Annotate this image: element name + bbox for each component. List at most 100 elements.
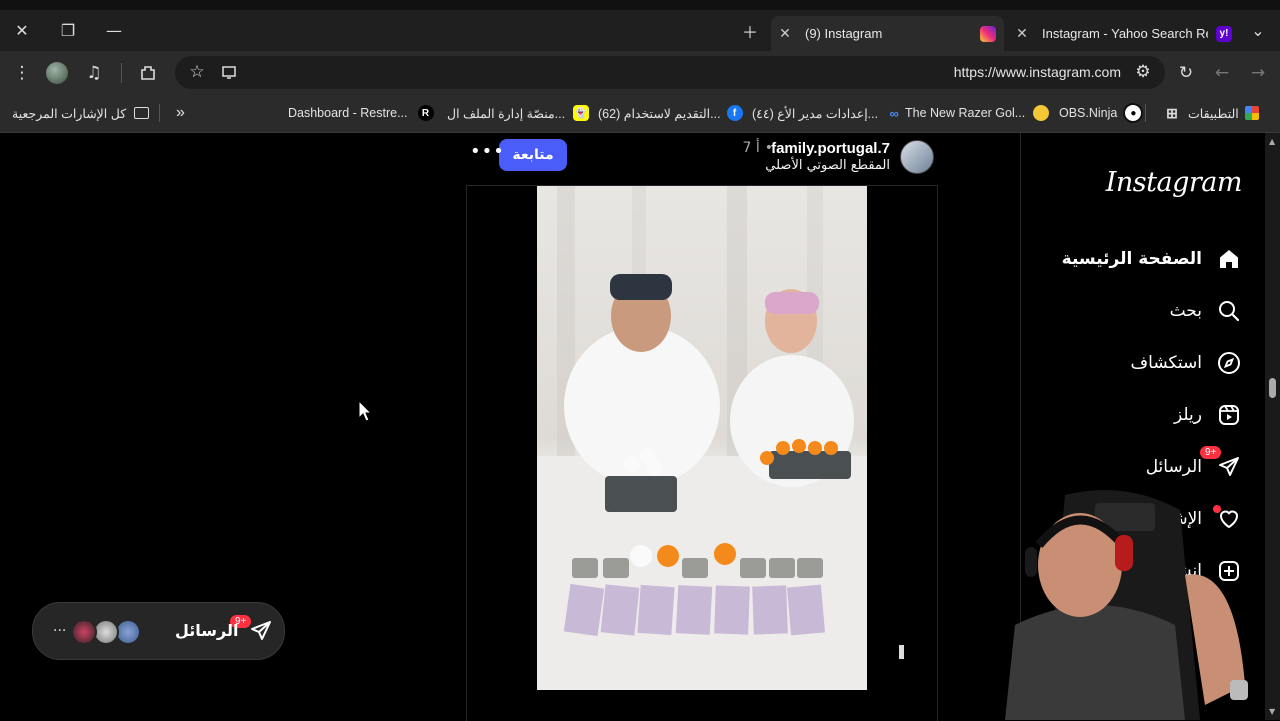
nav-home[interactable]: الصفحة الرئيسية: [1062, 239, 1242, 279]
tab-instagram[interactable]: ✕ (9) Instagram: [771, 16, 1004, 51]
apps-grid-icon: [1244, 106, 1259, 120]
time-separator: •: [764, 140, 773, 156]
person-shirt: [1005, 605, 1185, 720]
more-avatars-icon: ...: [53, 619, 67, 635]
bookmark-restream[interactable]: Dashboard - Restre... R: [288, 94, 434, 132]
mouse-pointer-icon: [358, 400, 372, 422]
page-scrollbar[interactable]: ▲ ▼: [1265, 133, 1280, 720]
instagram-favicon-icon: [980, 25, 996, 42]
wristwatch: [1230, 680, 1248, 700]
bookmark-label: OBS.Ninja: [1059, 106, 1118, 120]
bookmark-apps[interactable]: ⊞ التطبيقات: [1164, 94, 1259, 132]
avatar[interactable]: [900, 140, 934, 174]
nav-reels[interactable]: ريلز: [1174, 395, 1242, 435]
restore-window-button[interactable]: ❐: [46, 10, 90, 51]
yahoo-favicon-icon: y!: [1216, 25, 1232, 42]
bookmark-label: (62) التقديم لاستخدام...: [598, 106, 721, 121]
new-tab-button[interactable]: ＋: [728, 10, 772, 51]
close-window-button[interactable]: ✕: [0, 10, 44, 51]
girl-mask: [765, 292, 819, 314]
menu-icon[interactable]: ⋮: [6, 57, 38, 89]
restream-icon: R: [417, 105, 434, 121]
post-time-value: 7 أ: [742, 140, 760, 156]
more-bookmarks-chevron-icon[interactable]: »: [176, 94, 185, 132]
back-arrow-icon[interactable]: ←: [1206, 57, 1238, 89]
banknotes-row: [563, 583, 826, 637]
messages-icon: [249, 619, 273, 647]
scroll-up-icon[interactable]: ▲: [1269, 137, 1275, 146]
toolbar-divider: [121, 63, 122, 83]
video-frame-image: [537, 186, 867, 690]
facebook-icon: f: [726, 105, 743, 121]
messages-floating-pill[interactable]: 9+ الرسائل ...: [32, 602, 285, 660]
browser-toolbar: ⋮ ♫ ☆ https://www.instagram.com ⚙ ↻ ← →: [0, 51, 1280, 94]
explore-icon: [1216, 350, 1242, 376]
search-icon: [1216, 298, 1242, 324]
bookmark-label: (٤٤) إعدادات مدير الأع...: [752, 106, 879, 121]
minimize-window-button[interactable]: —: [92, 10, 136, 51]
nav-messages[interactable]: 9+ الرسائل: [1145, 446, 1242, 487]
text-cursor-icon: [899, 645, 904, 659]
bookmark-label: منصّة إدارة الملف ال...: [447, 106, 566, 121]
install-app-icon[interactable]: [213, 56, 245, 88]
webcam-overlay-image: [1005, 490, 1248, 720]
bookmark-all-bookmarks[interactable]: كل الإشارات المرجعية: [12, 94, 150, 132]
close-tab-icon[interactable]: ✕: [771, 25, 799, 42]
tab-title: Instagram - Yahoo Search Resul: [1042, 26, 1208, 41]
nav-label: بحث: [1169, 301, 1202, 321]
nav-label: الصفحة الرئيسية: [1061, 249, 1202, 269]
bookmark-star-icon[interactable]: ☆: [181, 56, 213, 88]
profile-avatar[interactable]: [46, 62, 68, 84]
bookmarks-bar: كل الإشارات المرجعية » Dashboard - Restr…: [0, 94, 1280, 133]
reload-icon[interactable]: ↻: [1170, 57, 1202, 89]
bookmark-label: Dashboard - Restre...: [288, 106, 408, 120]
tab-search-button[interactable]: ⌄: [1238, 10, 1278, 51]
bookmark-snapchat[interactable]: منصّة إدارة الملف ال... 👻: [447, 94, 590, 132]
post-audio-label[interactable]: المقطع الصوتي الأصلي: [765, 158, 890, 173]
bookmark-razer[interactable]: The New Razer Gol...: [905, 94, 1050, 132]
url-text: https://www.instagram.com: [953, 64, 1121, 80]
tab-yahoo-search[interactable]: ✕ Instagram - Yahoo Search Resul y!: [1008, 16, 1240, 51]
tab-bar: ✕ ❐ — ＋ ✕ (9) Instagram ✕ Instagram - Ya…: [0, 10, 1280, 51]
nav-label: الرسائل: [1145, 457, 1202, 477]
site-settings-icon[interactable]: ⚙: [1127, 56, 1159, 88]
obs-icon: ●: [1123, 103, 1144, 123]
bookmark-label: The New Razer Gol...: [905, 106, 1026, 120]
bookmark-facebook[interactable]: (62) التقديم لاستخدام... f: [598, 94, 743, 132]
grid-icon: ⊞: [1166, 104, 1178, 121]
extensions-icon[interactable]: [132, 57, 164, 89]
post-time: 7 أ •: [742, 140, 773, 156]
scroll-down-icon[interactable]: ▼: [1269, 707, 1275, 716]
reels-icon: [1216, 402, 1242, 428]
bookmarks-divider: [1145, 104, 1146, 122]
bookmark-meta[interactable]: (٤٤) إعدادات مدير الأع... ∞: [752, 94, 904, 132]
instagram-logo[interactable]: Instagram: [1106, 167, 1243, 198]
scrollbar-thumb[interactable]: [1269, 378, 1276, 398]
egg-basket: [605, 476, 677, 512]
nav-label: ريلز: [1174, 405, 1202, 425]
avatar: [71, 619, 97, 645]
media-control-icon[interactable]: ♫: [78, 57, 110, 89]
orange-basket: [769, 451, 851, 479]
man-blindfold: [610, 274, 672, 300]
bookmark-label: كل الإشارات المرجعية: [12, 106, 127, 121]
messages-label: الرسائل: [175, 621, 239, 640]
follow-button[interactable]: متابعة: [499, 139, 567, 171]
bookmarks-divider: [159, 104, 160, 122]
more-options-icon[interactable]: •••: [470, 141, 505, 162]
post-username[interactable]: family.portugal.7: [771, 140, 890, 157]
reel-video[interactable]: [537, 186, 867, 690]
tab-title: (9) Instagram: [805, 26, 883, 41]
forward-arrow-icon[interactable]: →: [1242, 57, 1274, 89]
bookmark-label: التطبيقات: [1188, 106, 1239, 121]
window-top-edge: [0, 0, 1280, 10]
address-bar[interactable]: ☆ https://www.instagram.com ⚙: [175, 56, 1165, 89]
post-header: family.portugal.7 7 أ • المقطع الصوتي ال…: [466, 135, 938, 183]
nav-explore[interactable]: استكشاف: [1131, 343, 1242, 383]
messages-badge: 9+: [1200, 446, 1222, 459]
folder-icon: [134, 107, 150, 119]
close-tab-icon[interactable]: ✕: [1008, 25, 1036, 42]
meta-icon: ∞: [889, 105, 899, 121]
bookmark-obs-ninja[interactable]: OBS.Ninja ●: [1059, 94, 1144, 132]
nav-search[interactable]: بحث: [1170, 291, 1242, 331]
